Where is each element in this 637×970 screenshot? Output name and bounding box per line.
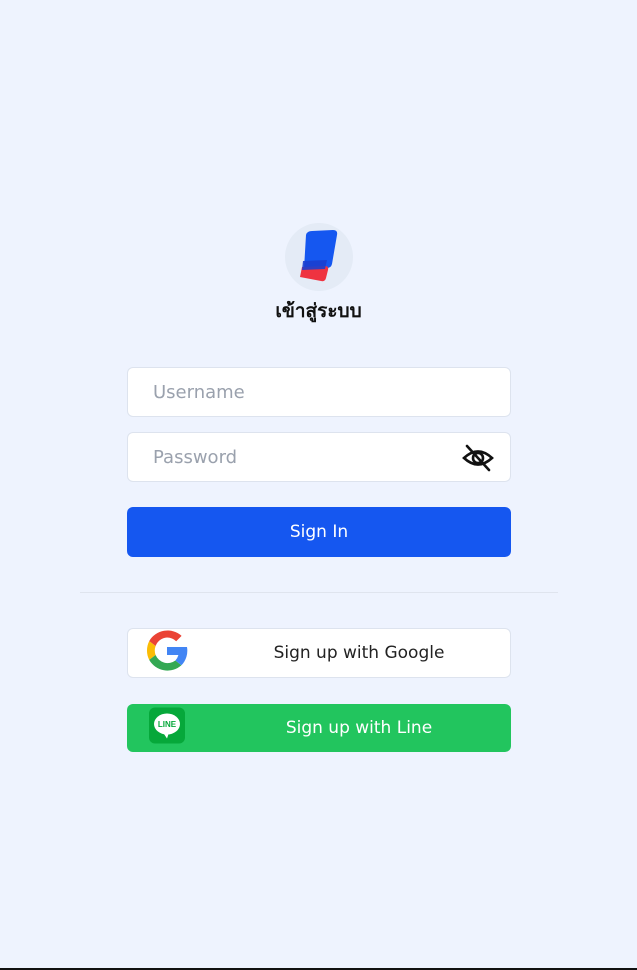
line-icon-text: LINE: [158, 720, 177, 729]
password-field[interactable]: [127, 432, 511, 482]
eye-slash-icon[interactable]: [462, 443, 494, 473]
line-signup-button[interactable]: LINE Sign up with Line: [127, 704, 511, 752]
google-signup-button[interactable]: Sign up with Google: [127, 628, 511, 678]
line-icon: LINE: [149, 707, 185, 749]
line-signup-label: Sign up with Line: [285, 718, 433, 738]
sign-in-label: Sign In: [289, 522, 349, 542]
username-input[interactable]: [128, 368, 510, 416]
sign-in-button[interactable]: Sign In: [127, 507, 511, 557]
password-input[interactable]: [128, 433, 510, 481]
brand-logo: [285, 223, 353, 291]
google-signup-label: Sign up with Google: [273, 643, 445, 663]
username-field[interactable]: [127, 367, 511, 417]
page-title: เข้าสู่ระบบ: [275, 300, 362, 322]
brand-logo-icon: [300, 230, 338, 282]
divider: [80, 592, 558, 593]
google-icon: [146, 630, 188, 677]
